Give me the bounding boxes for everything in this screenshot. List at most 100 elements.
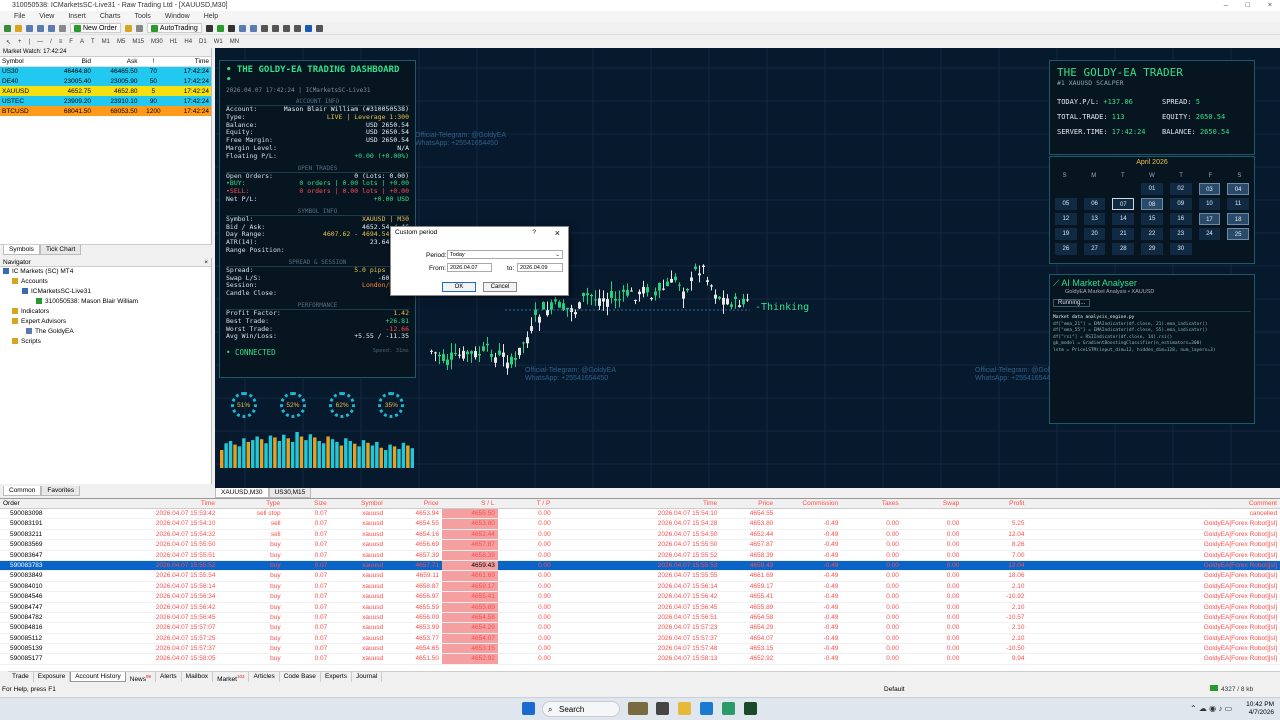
tf-m1[interactable]: M1 (102, 39, 110, 45)
tab-chart-xauusd[interactable]: XAUUSD,M30 (215, 488, 269, 498)
templates-icon[interactable] (315, 24, 323, 32)
menu-insert[interactable]: Insert (68, 11, 86, 22)
market-watch-row[interactable]: US30 46464.80 46465.50 70 17:42:24 (0, 66, 211, 76)
dialog-close-button[interactable]: × (555, 227, 560, 239)
navigator-icon[interactable] (37, 24, 44, 32)
hline-icon[interactable]: — (37, 39, 43, 45)
tab-chart-us30[interactable]: US30,M15 (268, 488, 312, 498)
vline-icon[interactable]: | (29, 39, 31, 45)
market-watch-row[interactable]: BTCUSD 68041.50 68053.50 1200 17:42:24 (0, 106, 211, 116)
zoom-in-icon[interactable] (238, 24, 246, 32)
terminal-tab[interactable]: Mailbox (182, 672, 214, 682)
nav-scripts[interactable]: Scripts (0, 337, 211, 347)
clock-date[interactable]: 4/7/2026 (1246, 709, 1274, 717)
menu-view[interactable]: View (39, 11, 54, 22)
calendar-day[interactable]: 26 (1055, 243, 1077, 255)
start-icon[interactable] (522, 702, 535, 715)
terminal-tab[interactable]: Code Base (280, 672, 321, 682)
cancel-button[interactable]: Cancel (483, 282, 517, 292)
col-spread[interactable]: ! (139, 57, 168, 67)
new-chart-icon[interactable] (4, 24, 11, 32)
crosshair-icon[interactable]: + (18, 39, 22, 45)
tab-common[interactable]: Common (3, 486, 42, 496)
menu-charts[interactable]: Charts (100, 11, 121, 22)
calendar-day[interactable]: 29 (1141, 243, 1163, 255)
to-date-field[interactable]: 2026.04.09 (517, 263, 563, 272)
calendar-day[interactable]: 28 (1112, 243, 1135, 255)
metatrader-icon[interactable] (744, 702, 757, 715)
tab-tick-chart[interactable]: Tick Chart (39, 245, 82, 255)
table-row[interactable]: 590083098 2026.04.07 15:53:42 sell stop 0.0… (0, 509, 1280, 520)
table-row[interactable]: 590083849 2026.04.07 15:55:54 buy 0.07 xauus… (0, 571, 1280, 582)
clock-time[interactable]: 10:42 PM (1246, 701, 1274, 709)
periods-icon[interactable] (304, 24, 312, 32)
calendar-day[interactable]: 12 (1055, 213, 1077, 225)
terminal-tab[interactable]: Experts (321, 672, 352, 682)
terminal-col-header[interactable]: Order (0, 499, 97, 508)
close-icon[interactable]: × (204, 258, 208, 267)
autotrading-button[interactable]: AutoTrading (146, 23, 202, 33)
autoscroll-icon[interactable] (271, 24, 279, 32)
calendar-day[interactable]: 09 (1169, 198, 1192, 210)
market-watch-row[interactable]: USTEC 23909.20 23910.10 90 17:42:24 (0, 96, 211, 106)
terminal-col-header[interactable]: Size (283, 499, 330, 508)
nav-account-item[interactable]: 310050538: Mason Blair William (0, 297, 211, 307)
trendline-icon[interactable]: / (50, 39, 52, 45)
period-select[interactable]: Today ⌄ (447, 250, 563, 259)
terminal-col-header[interactable]: S / L (442, 499, 498, 508)
calendar-day[interactable]: 23 (1169, 228, 1192, 240)
taskbar-search[interactable]: ⌕ Search (542, 701, 620, 717)
terminal-tab[interactable]: Market103 (213, 672, 250, 683)
nav-server[interactable]: ICMarketsSC-Live31 (0, 287, 211, 297)
metaeditor-icon[interactable] (124, 24, 132, 32)
menu-help[interactable]: Help (204, 11, 218, 22)
calendar-day[interactable]: 20 (1083, 228, 1106, 240)
terminal-col-header[interactable]: Time (553, 499, 720, 508)
calendar-day[interactable]: 03 (1198, 183, 1221, 195)
tf-mn[interactable]: MN (230, 39, 239, 45)
close-window-button[interactable]: × (1268, 0, 1272, 11)
label-icon[interactable]: T (91, 39, 95, 45)
calendar-day[interactable]: 02 (1169, 183, 1192, 195)
calendar-day[interactable]: 30 (1169, 243, 1192, 255)
open-icon[interactable] (15, 24, 22, 32)
indicators-icon[interactable] (293, 24, 301, 32)
table-row[interactable]: 590085112 2026.04.07 15:57:25 buy 0.07 xauus… (0, 633, 1280, 645)
market-watch-row[interactable]: XAUUSD 4652.75 4652.80 5 17:42:24 (0, 86, 211, 96)
nav-accounts[interactable]: Accounts (0, 277, 211, 287)
table-row[interactable]: 590085177 2026.04.07 15:58:05 buy 0.07 xauus… (0, 654, 1280, 665)
tf-h1[interactable]: H1 (170, 39, 178, 45)
calendar-day[interactable]: 10 (1198, 198, 1221, 210)
table-row[interactable]: 590084546 2026.04.07 15:56:34 buy 0.07 xauus… (0, 592, 1280, 603)
calendar-day[interactable]: 08 (1141, 198, 1163, 210)
maximize-button[interactable]: □ (1246, 0, 1250, 11)
table-row[interactable]: 590085139 2026.04.07 15:57:37 buy 0.07 xauus… (0, 644, 1280, 655)
line-chart-icon[interactable] (227, 24, 235, 32)
nav-goldyea[interactable]: The GoldyEA (0, 327, 211, 337)
market-watch-row[interactable]: DE40 23005.40 23005.90 50 17:42:24 (0, 76, 211, 86)
terminal-col-header[interactable]: Profit (962, 499, 1027, 508)
terminal-col-header[interactable]: Time (97, 499, 218, 508)
col-symbol[interactable]: Symbol (0, 57, 47, 67)
calendar-day[interactable]: 17 (1198, 213, 1221, 225)
tray-icons[interactable]: ⌃ ☁ ◉ ♪ ▭ (1190, 704, 1232, 713)
signals-icon[interactable] (135, 24, 143, 32)
terminal-tab[interactable]: Articles (249, 672, 280, 682)
calendar-day[interactable]: 07 (1112, 198, 1135, 210)
table-row[interactable]: 590083647 2026.04.07 15:55:51 buy 0.07 xauus… (0, 550, 1280, 561)
nav-indicators[interactable]: Indicators (0, 307, 211, 317)
store-icon[interactable] (700, 702, 713, 715)
calendar-day[interactable]: 19 (1055, 228, 1077, 240)
table-row[interactable]: 590084782 2026.04.07 15:56:45 buy 0.07 xauus… (0, 612, 1280, 624)
ok-button[interactable]: OK (442, 282, 476, 292)
terminal-tab[interactable]: Alerts (156, 672, 182, 682)
calendar-day[interactable]: 21 (1112, 228, 1135, 240)
terminal-icon[interactable] (48, 24, 55, 32)
calendar-day[interactable]: 05 (1055, 198, 1077, 210)
table-row[interactable]: 590084747 2026.04.07 15:56:42 buy 0.07 xauus… (0, 602, 1280, 613)
fibo-icon[interactable]: F (69, 39, 73, 45)
calendar-day[interactable]: 01 (1141, 183, 1163, 195)
minimize-button[interactable]: – (1224, 0, 1228, 11)
terminal-col-header[interactable]: Type (218, 499, 283, 508)
cursor-icon[interactable]: ↖ (6, 39, 11, 46)
